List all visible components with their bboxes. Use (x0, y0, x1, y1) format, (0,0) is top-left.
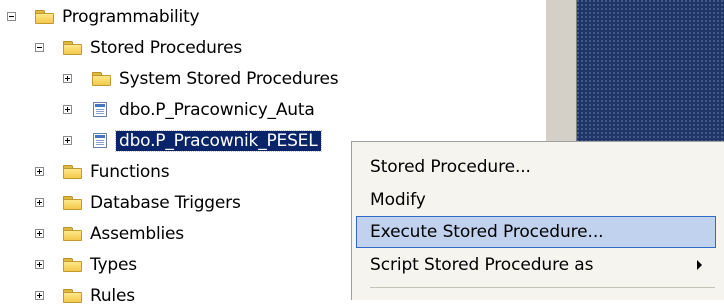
folder-icon (63, 41, 82, 55)
menu-separator (370, 287, 715, 288)
tree-item-programmability[interactable]: Programmability (62, 7, 200, 27)
menu-item-new-stored-procedure[interactable]: Stored Procedure... (356, 151, 716, 183)
expand-toggle-types[interactable] (35, 260, 44, 269)
folder-icon (63, 227, 82, 241)
collapse-toggle-programmability[interactable] (7, 12, 16, 21)
folder-icon (63, 258, 82, 272)
expand-toggle-p-pracownicy-auta[interactable] (63, 105, 72, 114)
expand-toggle-system-stored-procedures[interactable] (63, 74, 72, 83)
tree-item-assemblies[interactable]: Assemblies (90, 224, 184, 244)
tree-item-types[interactable]: Types (90, 255, 137, 275)
menu-item-label: Stored Procedure... (370, 157, 531, 177)
context-menu: Stored Procedure... Modify Execute Store… (351, 141, 724, 300)
tree-item-rules[interactable]: Rules (90, 286, 135, 306)
menu-item-label: Execute Stored Procedure... (370, 222, 604, 242)
tree-item-database-triggers[interactable]: Database Triggers (90, 193, 241, 213)
menu-item-label: Script Stored Procedure as (370, 255, 594, 275)
expand-toggle-assemblies[interactable] (35, 229, 44, 238)
collapse-toggle-stored-procedures[interactable] (35, 43, 44, 52)
tree-item-functions[interactable]: Functions (90, 162, 170, 182)
tree-item-system-stored-procedures[interactable]: System Stored Procedures (119, 69, 339, 89)
expand-toggle-p-pracownik-pesel[interactable] (63, 136, 72, 145)
menu-item-label: Modify (370, 190, 426, 210)
stored-procedure-icon (93, 133, 107, 148)
tree-item-stored-procedures[interactable]: Stored Procedures (90, 38, 242, 58)
submenu-arrow-icon (697, 260, 702, 270)
folder-icon (92, 72, 111, 86)
menu-item-execute-stored-procedure[interactable]: Execute Stored Procedure... (356, 216, 716, 248)
tree-item-p-pracownicy-auta[interactable]: dbo.P_Pracownicy_Auta (119, 100, 315, 120)
menu-item-modify[interactable]: Modify (356, 184, 716, 216)
expand-toggle-functions[interactable] (35, 167, 44, 176)
tree-item-p-pracownik-pesel[interactable]: dbo.P_Pracownik_PESEL (115, 130, 322, 152)
folder-icon (63, 165, 82, 179)
expand-toggle-database-triggers[interactable] (35, 198, 44, 207)
menu-gutter (352, 142, 355, 300)
folder-icon (63, 196, 82, 210)
folder-icon (63, 289, 82, 303)
menu-item-script-stored-procedure-as[interactable]: Script Stored Procedure as (356, 249, 716, 281)
stored-procedure-icon (93, 102, 107, 117)
folder-icon (35, 10, 54, 24)
